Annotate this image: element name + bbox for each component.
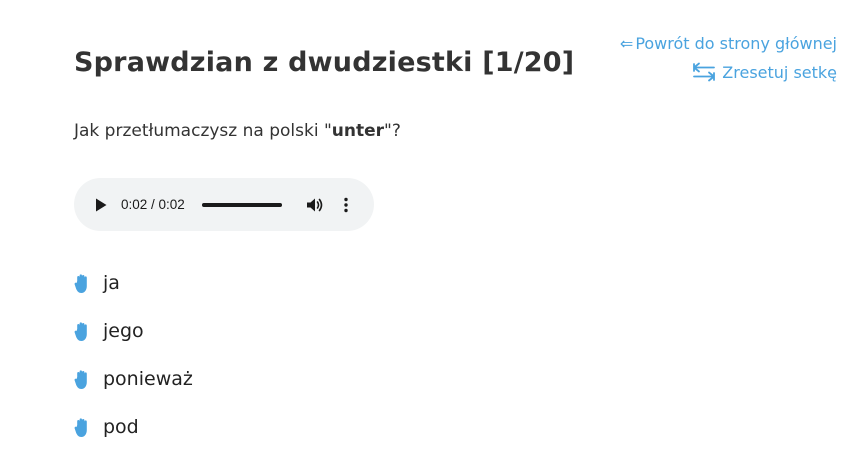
hand-icon — [74, 273, 87, 293]
audio-player: 0:02 / 0:02 — [74, 178, 374, 231]
back-home-link[interactable]: ⇐ Powrót do strony głównej — [620, 29, 837, 58]
audio-progress-bar[interactable] — [201, 202, 282, 207]
page-title: Sprawdzian z dwudziestki [1/20] — [74, 47, 575, 78]
question-text: Jak przetłumaczysz na polski "unter"? — [74, 121, 401, 141]
answer-option[interactable]: jego — [74, 307, 193, 355]
question-prefix: Jak przetłumaczysz na polski " — [74, 121, 332, 141]
hand-icon — [74, 369, 87, 389]
top-links: ⇐ Powrót do strony głównej Zresetuj setkę — [620, 29, 837, 87]
hand-icon — [74, 321, 87, 341]
question-word: unter — [331, 121, 385, 141]
volume-icon[interactable] — [306, 197, 324, 213]
reset-link[interactable]: Zresetuj setkę — [620, 58, 837, 87]
more-options-icon[interactable] — [344, 197, 348, 213]
reset-label: Zresetuj setkę — [722, 63, 837, 82]
hand-icon — [74, 417, 87, 437]
play-icon[interactable] — [94, 197, 108, 213]
answer-option[interactable]: ja — [74, 259, 193, 307]
reset-arrows-icon — [693, 62, 716, 82]
answer-list: ja jego ponieważ pod — [74, 259, 193, 451]
answer-option[interactable]: pod — [74, 403, 193, 451]
answer-label: ja — [103, 272, 120, 294]
audio-time: 0:02 / 0:02 — [121, 197, 185, 212]
question-suffix: "? — [384, 121, 401, 141]
back-home-label: Powrót do strony głównej — [635, 34, 837, 53]
answer-label: ponieważ — [103, 368, 193, 390]
audio-progress-fill — [201, 202, 282, 207]
answer-label: pod — [103, 416, 139, 438]
answer-label: jego — [103, 320, 144, 342]
answer-option[interactable]: ponieważ — [74, 355, 193, 403]
back-arrow-icon: ⇐ — [619, 34, 634, 53]
